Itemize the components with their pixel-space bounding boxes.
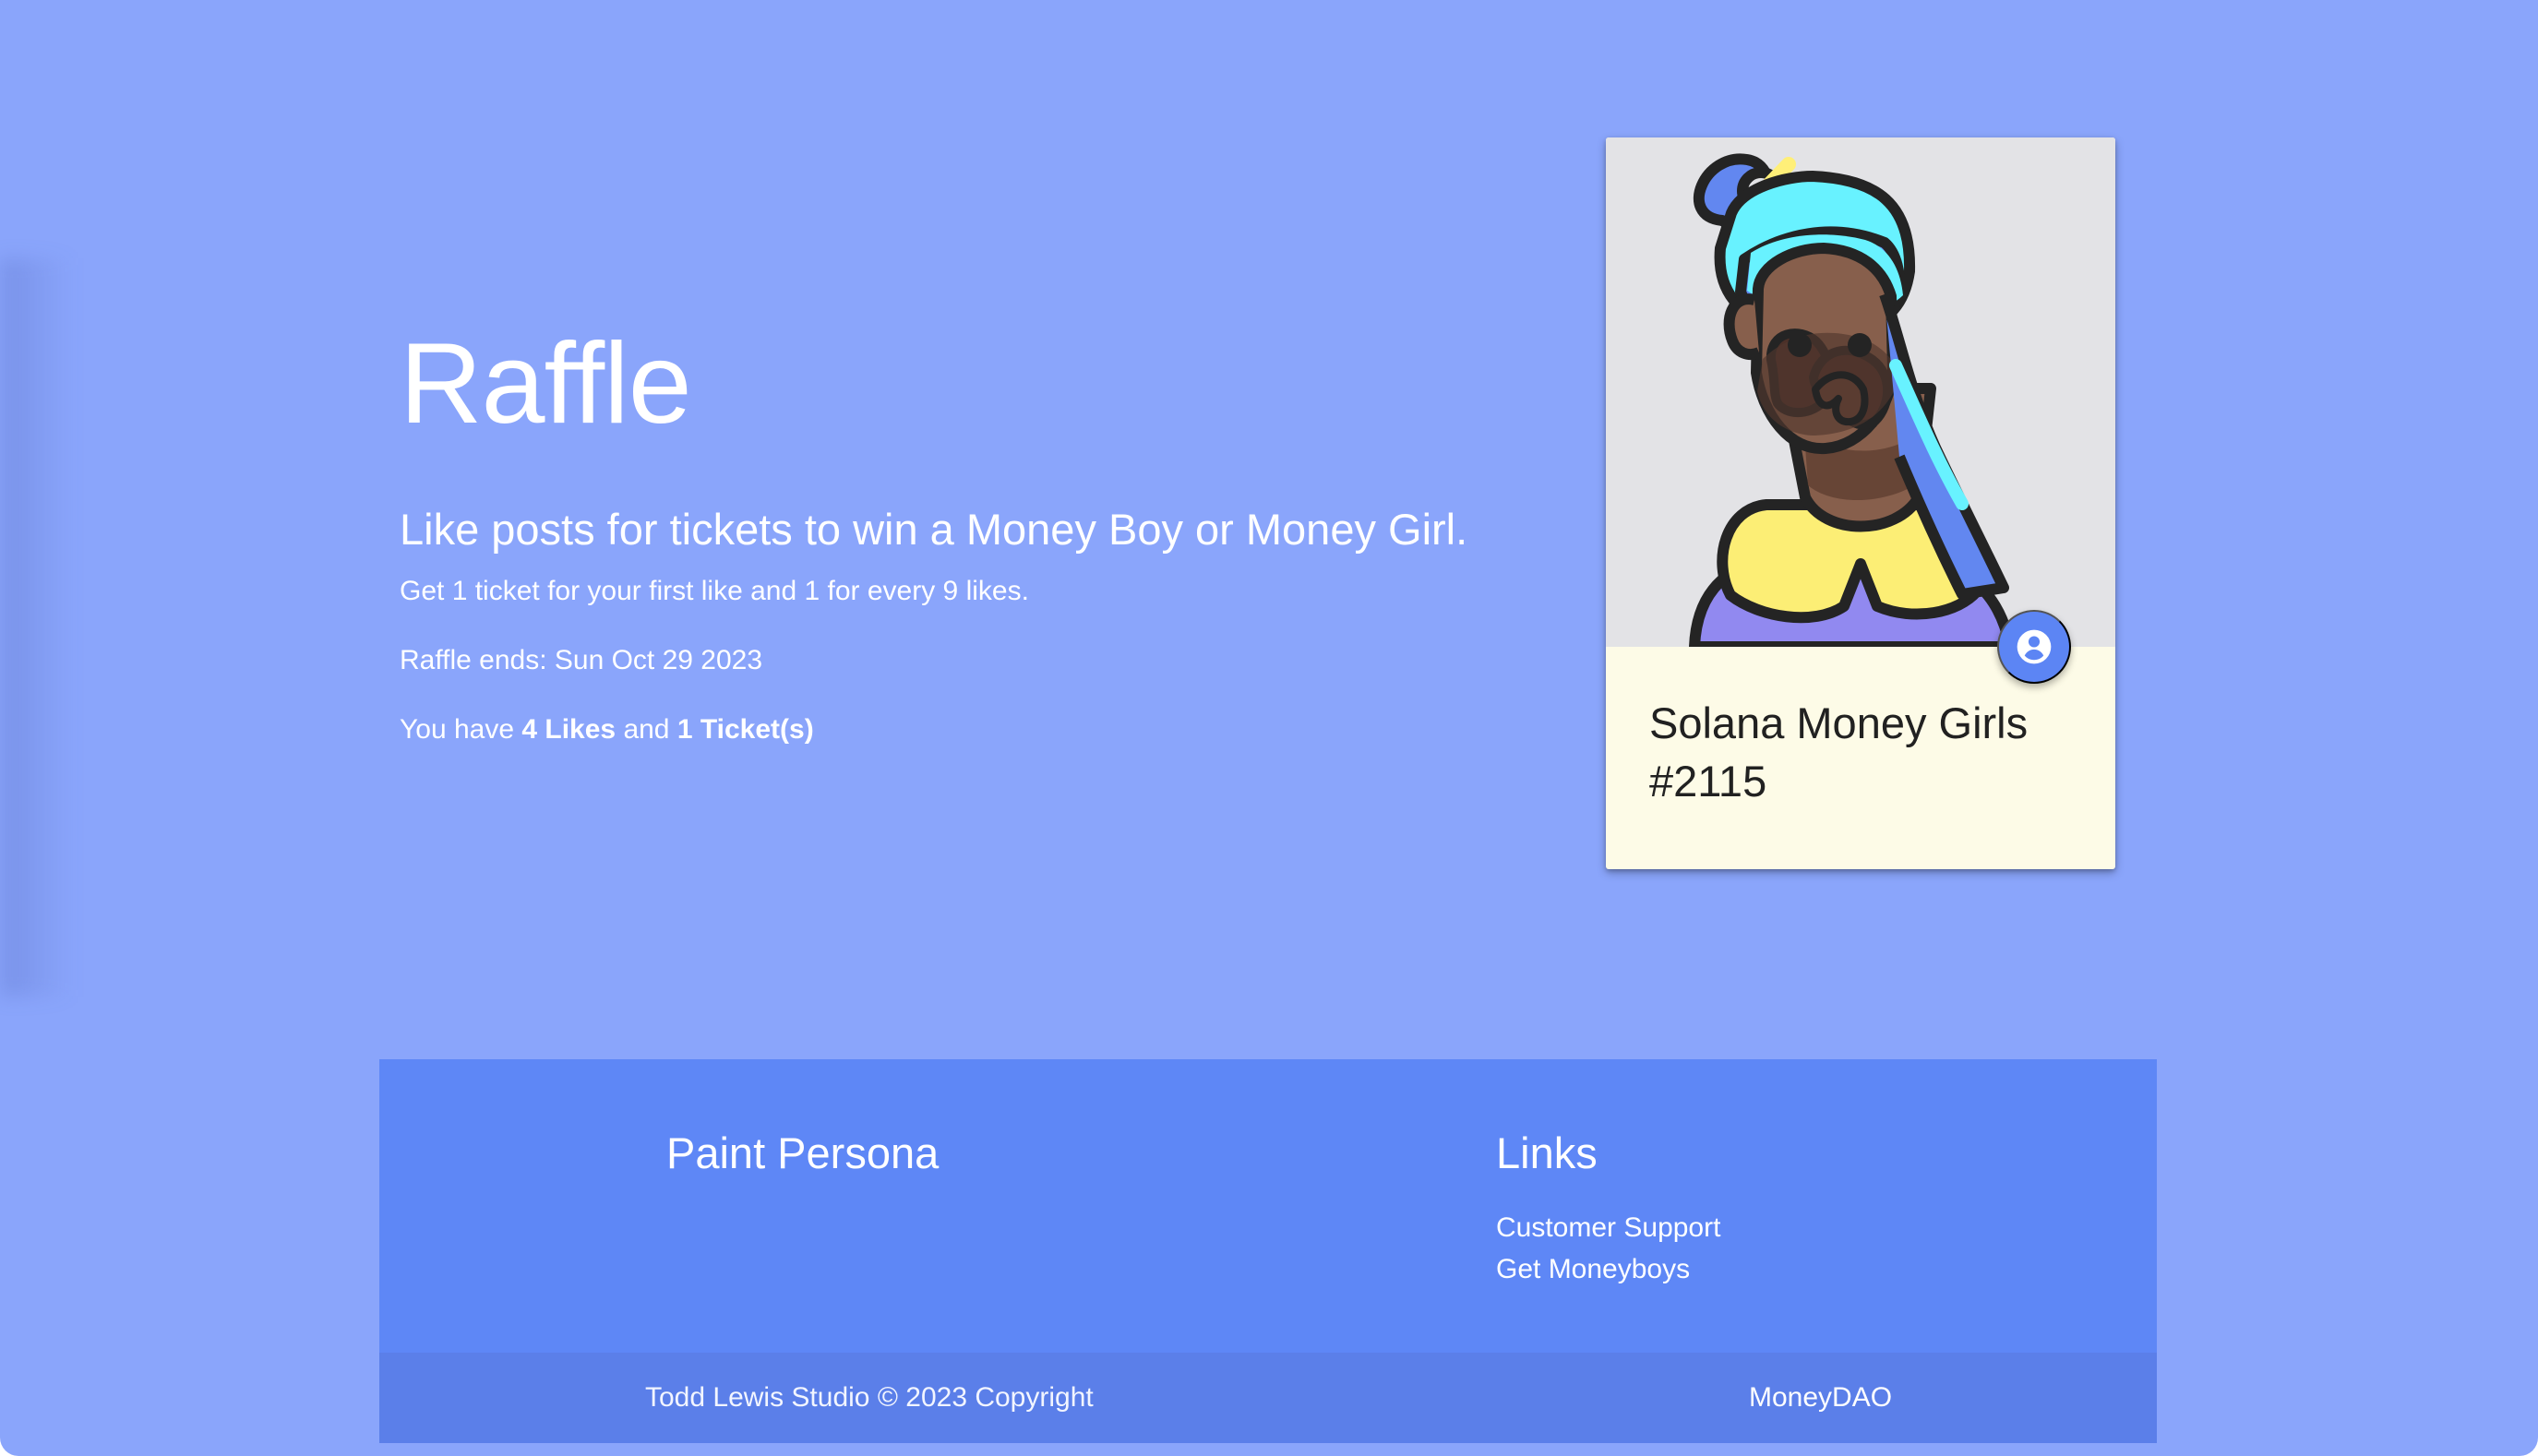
raffle-subtitle: Like posts for tickets to win a Money Bo… — [400, 505, 1468, 554]
site-footer: Paint Persona Links Customer Support Get… — [379, 1059, 2157, 1443]
tickets-count: 1 Ticket(s) — [676, 714, 814, 745]
footer-links-list: Customer Support Get Moneyboys — [1496, 1207, 1720, 1290]
status-prefix: You have — [400, 714, 515, 745]
profile-action-button[interactable] — [1997, 610, 2071, 684]
likes-count: 4 Likes — [521, 714, 617, 745]
footer-link-item: Customer Support — [1496, 1207, 1720, 1248]
status-joiner: and — [623, 714, 670, 745]
nft-avatar-image[interactable] — [1606, 137, 2115, 647]
page-title: Raffle — [400, 320, 692, 448]
footer-bottom-bar: Todd Lewis Studio © 2023 Copyright Money… — [379, 1353, 2157, 1443]
left-edge-shadow — [0, 258, 74, 997]
raffle-hero: Raffle Like posts for tickets to win a M… — [400, 314, 1507, 745]
raffle-page: Raffle Like posts for tickets to win a M… — [0, 0, 2538, 1456]
footer-brand: Paint Persona — [666, 1128, 940, 1177]
user-ticket-status: You have 4 Likes and 1 Ticket(s) — [400, 713, 814, 746]
nft-card[interactable]: Solana Money Girls #2115 — [1606, 137, 2115, 869]
moneydao-link[interactable]: MoneyDAO — [1749, 1381, 1892, 1414]
copyright-text: Todd Lewis Studio © 2023 Copyright — [645, 1382, 1094, 1413]
ticket-rule-text: Get 1 ticket for your first like and 1 f… — [400, 576, 1029, 606]
raffle-end-date: Raffle ends: Sun Oct 29 2023 — [400, 645, 763, 675]
nft-avatar-illustration — [1606, 137, 2115, 647]
footer-link-item: Get Moneyboys — [1496, 1248, 1720, 1290]
account-circle-icon — [2017, 629, 2052, 664]
nft-card-title: Solana Money Girls #2115 — [1649, 698, 2029, 806]
customer-support-link[interactable]: Customer Support — [1496, 1212, 1720, 1243]
footer-links-heading: Links — [1496, 1128, 1598, 1177]
get-moneyboys-link[interactable]: Get Moneyboys — [1496, 1254, 1690, 1284]
